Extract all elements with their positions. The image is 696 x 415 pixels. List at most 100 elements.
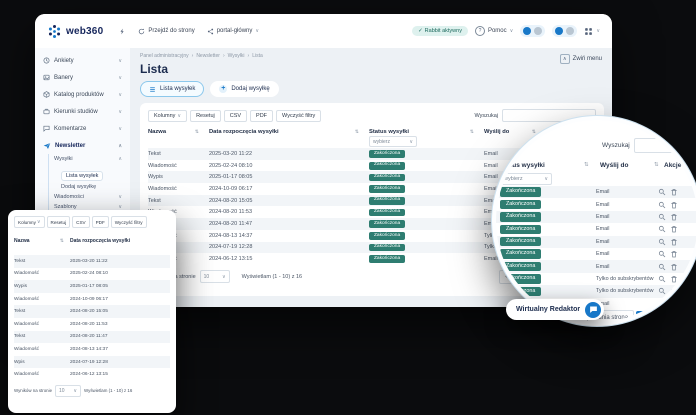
table-row[interactable]: Tekst 2024-08-20 15:05: [14, 305, 170, 318]
table-row[interactable]: Wiadomość 2024-08-20 11:53: [14, 318, 170, 331]
bolt-icon[interactable]: [119, 28, 126, 35]
preview-icon[interactable]: [658, 213, 666, 221]
tab-lista-wysylek[interactable]: Lista wysyłek: [140, 81, 204, 97]
virtual-editor-chip[interactable]: Wirtualny Redaktor: [506, 299, 604, 320]
delete-icon[interactable]: [670, 201, 678, 209]
preview-icon[interactable]: [658, 287, 666, 295]
sidebar-item-kierunki-studiow[interactable]: Kierunki studiów ∨: [35, 103, 130, 120]
preview-icon[interactable]: [658, 201, 666, 209]
preview-icon[interactable]: [658, 188, 666, 196]
column-header-nazwa[interactable]: Nazwa: [148, 129, 166, 135]
sort-icon[interactable]: ⇅: [470, 129, 474, 135]
status-badge: Zakończona: [500, 249, 541, 258]
preview-icon[interactable]: [658, 275, 666, 283]
delete-icon[interactable]: [670, 250, 678, 258]
delete-icon[interactable]: [670, 275, 678, 283]
font-size-toggle-group[interactable]: [552, 25, 577, 37]
sort-icon[interactable]: ⇅: [195, 129, 199, 135]
delete-icon[interactable]: [670, 263, 678, 271]
delete-icon[interactable]: [670, 238, 678, 246]
contrast-off-icon[interactable]: [534, 27, 542, 35]
status-filter-select[interactable]: wybierz ∨: [500, 173, 552, 185]
column-header-data[interactable]: Data rozpoczęcia wysyłki: [70, 238, 170, 244]
table-row[interactable]: Wiadomość 2025-02-24 08:10: [14, 268, 170, 281]
cell-name: Tekst: [14, 334, 70, 339]
delete-icon[interactable]: [670, 300, 678, 308]
font-small-icon[interactable]: [566, 27, 574, 35]
status-filter-select[interactable]: wybierz ∨: [369, 136, 417, 147]
cell-date: 2025-02-24 08:10: [209, 163, 369, 169]
preview-icon[interactable]: [658, 225, 666, 233]
column-header-akcje: Akcje: [664, 162, 681, 169]
sidebar-item-komentarze[interactable]: Komentarze ∨: [35, 120, 130, 137]
help-menu[interactable]: ? Pomoc ∨: [475, 26, 513, 36]
sidebar-item-wysylki[interactable]: Wysyłki ∧: [54, 154, 130, 164]
sidebar-item-label: Ankiety: [54, 58, 74, 64]
sidebar-item-newsletter[interactable]: Newsletter ∧: [35, 137, 130, 154]
csv-button[interactable]: CSV: [224, 110, 247, 122]
columns-button[interactable]: Kolumny ∨: [14, 216, 45, 228]
table-row[interactable]: Wypis 2025-01-17 08:05: [14, 280, 170, 293]
preview-icon[interactable]: [658, 300, 666, 308]
breadcrumb: Panel administracyjny › Newsletter › Wys…: [140, 53, 604, 59]
pdf-button[interactable]: PDF: [250, 110, 273, 122]
table-row[interactable]: Wpis 2024-07-19 12:28: [14, 356, 170, 369]
search-input[interactable]: [634, 138, 696, 153]
breadcrumb-item[interactable]: Wysyłki: [228, 53, 245, 59]
cell-name: Tekst: [14, 309, 70, 314]
table-row[interactable]: Wiadomość 2024-06-12 13:15: [14, 368, 170, 381]
sidebar-item-lista-wysylek[interactable]: Lista wysyłek: [61, 171, 103, 181]
delete-icon[interactable]: [670, 225, 678, 233]
current-page-button[interactable]: 1: [636, 311, 649, 324]
popup-table-footer: Wyników na stronie 10 ∨ Wyświetlam (1 - …: [14, 385, 170, 397]
clear-filters-button[interactable]: Wyczyść filtry: [276, 110, 321, 122]
portal-select[interactable]: portal-główny ∨: [207, 28, 259, 35]
contrast-on-icon[interactable]: [523, 27, 531, 35]
sort-icon[interactable]: ⇅: [60, 238, 64, 244]
table-row[interactable]: Tekst 2025-03-20 11:22: [14, 255, 170, 268]
breadcrumb-item[interactable]: Newsletter: [196, 53, 220, 59]
sidebar-item-banery[interactable]: Banery ∨: [35, 69, 130, 86]
columns-label: Kolumny: [154, 113, 175, 119]
sidebar-item-wiadomosci[interactable]: Wiadomości ∨: [54, 192, 130, 202]
delete-icon[interactable]: [670, 213, 678, 221]
sidebar-item-dodaj-wysylke[interactable]: Dodaj wysyłkę: [61, 182, 130, 192]
table-row[interactable]: Wiadomość 2024-08-13 14:37: [14, 343, 170, 356]
status-badge: Zakończona: [500, 187, 541, 196]
cell-date: 2024-08-20 11:47: [70, 334, 170, 339]
delete-icon[interactable]: [670, 287, 678, 295]
column-header-nazwa[interactable]: Nazwa: [14, 238, 30, 244]
sort-icon[interactable]: ⇅: [355, 129, 359, 135]
per-page-select[interactable]: 10 ∨: [200, 270, 230, 283]
pdf-button[interactable]: PDF: [92, 216, 109, 228]
chevron-up-icon: ∧: [118, 143, 122, 149]
per-page-select[interactable]: 10 ∨: [55, 385, 81, 397]
breadcrumb-item[interactable]: Panel administracyjny: [140, 53, 189, 59]
go-to-site-button[interactable]: Przejdź do strony: [138, 28, 194, 35]
apps-menu-button[interactable]: ∨: [584, 27, 600, 36]
preview-icon[interactable]: [658, 250, 666, 258]
reset-button[interactable]: Resetuj: [190, 110, 221, 122]
chevron-up-icon: ∧: [118, 156, 122, 162]
status-badge: Zakończona: [500, 262, 541, 271]
status-badge: Zakończona: [500, 200, 541, 209]
font-large-icon[interactable]: [555, 27, 563, 35]
column-header-status[interactable]: Status wysyłki: [369, 129, 409, 135]
preview-icon[interactable]: [658, 263, 666, 271]
cell-send-to: Tylko do subskrybentów: [596, 276, 658, 282]
clear-filters-button[interactable]: Wyczyść filtry: [111, 216, 147, 228]
collapse-menu-button[interactable]: ∧ Zwiń menu: [560, 54, 602, 64]
table-row[interactable]: Wiadomość 2024-10-09 06:17: [14, 293, 170, 306]
contrast-toggle-group[interactable]: [520, 25, 545, 37]
sidebar-item-ankiety[interactable]: Ankiety ∨: [35, 52, 130, 69]
delete-icon[interactable]: [670, 188, 678, 196]
table-row: Zakończona Email: [496, 248, 696, 260]
reset-button[interactable]: Resetuj: [47, 216, 71, 228]
table-row[interactable]: Tekst 2024-08-20 11:47: [14, 331, 170, 344]
sidebar-item-katalog-produktow[interactable]: Katalog produktów ∨: [35, 86, 130, 103]
column-header-data[interactable]: Data rozpoczęcia wysyłki: [209, 129, 279, 135]
columns-button[interactable]: Kolumny ∨: [148, 110, 187, 122]
preview-icon[interactable]: [658, 238, 666, 246]
csv-button[interactable]: CSV: [72, 216, 89, 228]
tab-dodaj-wysylke[interactable]: + Dodaj wysyłkę: [210, 81, 278, 97]
